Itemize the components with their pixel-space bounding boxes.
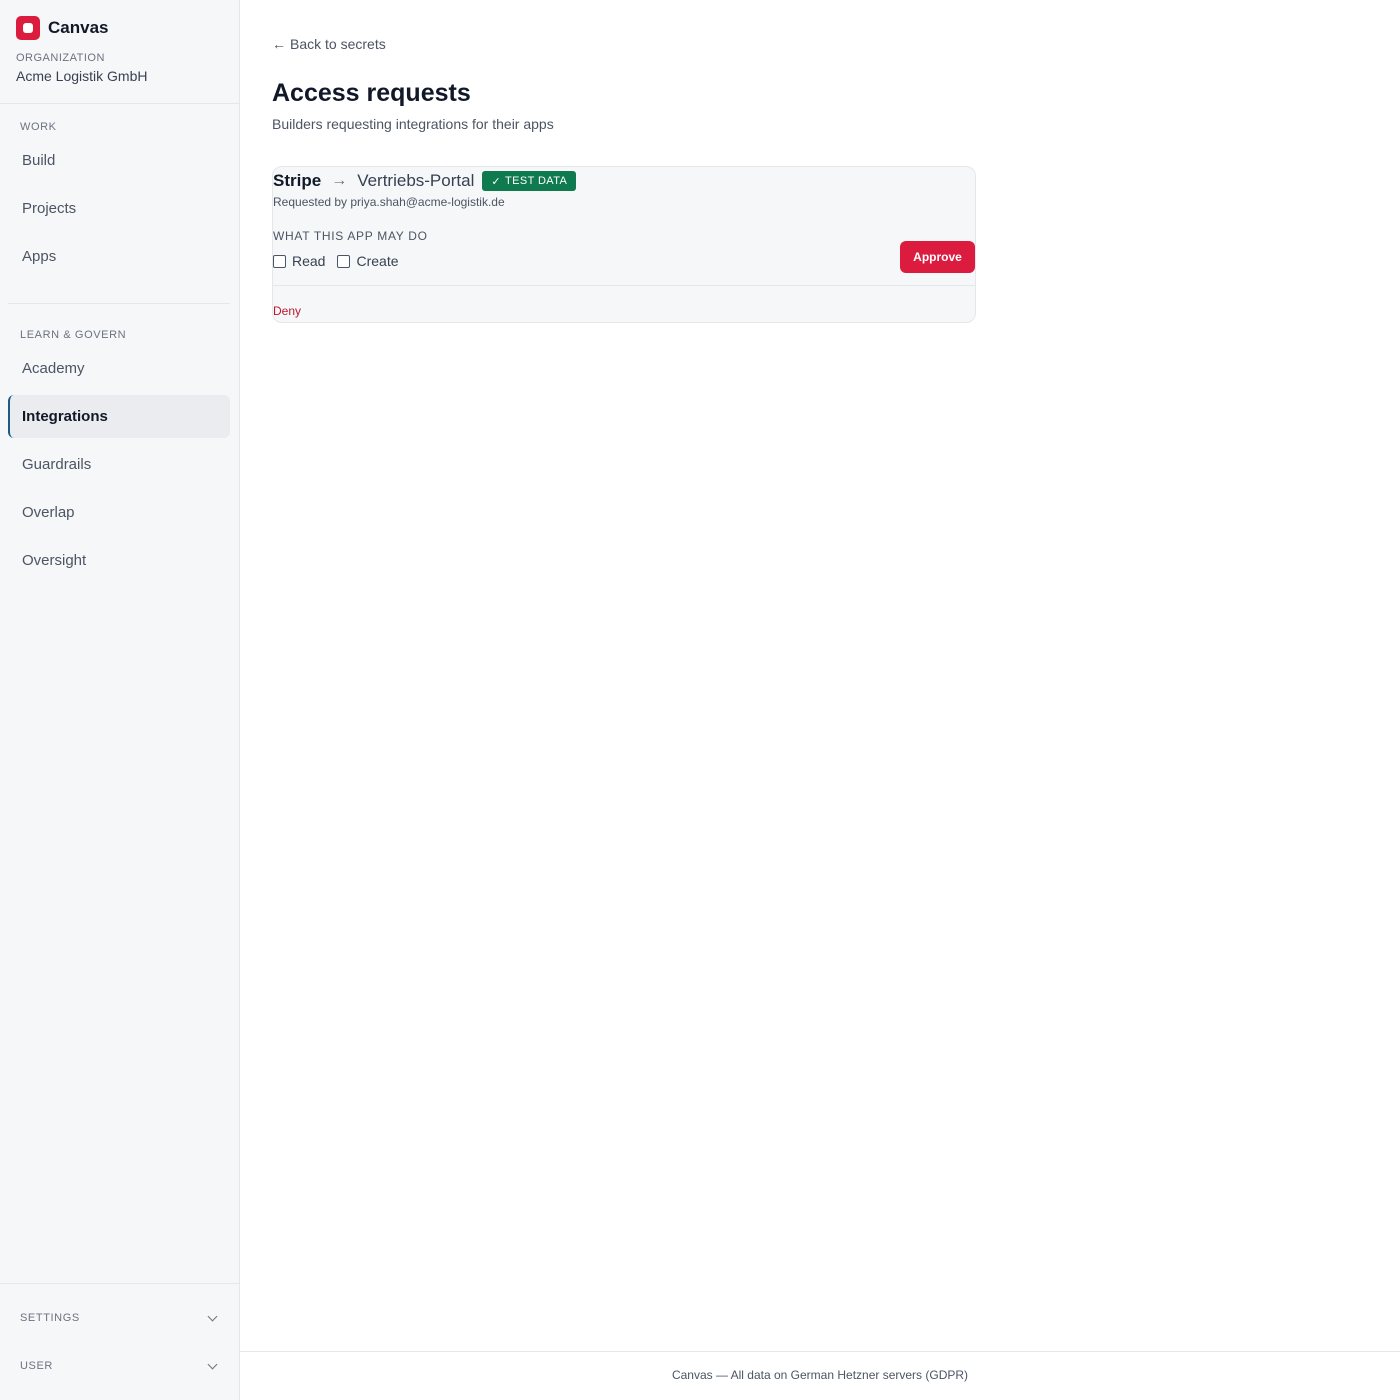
permissions-label: WHAT THIS APP MAY DO bbox=[273, 229, 428, 243]
sidebar-item-apps[interactable]: Apps bbox=[8, 235, 230, 278]
app-name: Vertriebs-Portal bbox=[357, 171, 475, 190]
chevron-down-icon bbox=[207, 1359, 218, 1369]
user-toggle[interactable]: USER bbox=[20, 1356, 220, 1376]
page-title: Access requests bbox=[272, 79, 471, 107]
sidebar-item-oversight[interactable]: Oversight bbox=[8, 539, 230, 582]
access-request-card: Stripe → Vertriebs-Portal ✓ TEST DATA Re… bbox=[272, 166, 976, 323]
brand-name: Canvas bbox=[48, 18, 109, 37]
badge-label: TEST DATA bbox=[504, 175, 568, 187]
brand[interactable]: Canvas bbox=[16, 16, 108, 40]
test-data-badge: ✓ TEST DATA bbox=[482, 171, 577, 191]
request-header: Stripe → Vertriebs-Portal ✓ TEST DATA bbox=[273, 169, 577, 193]
sidebar-bottom-divider bbox=[0, 1283, 239, 1284]
sidebar-item-overlap[interactable]: Overlap bbox=[8, 491, 230, 534]
permission-read-label: Read bbox=[292, 253, 326, 269]
sidebar: Canvas ORGANIZATION Acme Logistik GmbH W… bbox=[0, 0, 240, 1400]
read-checkbox[interactable] bbox=[273, 254, 286, 268]
user-label: USER bbox=[20, 1360, 53, 1372]
section-label-learn-govern: LEARN & GOVERN bbox=[20, 329, 127, 341]
footer-text: Canvas — All data on German Hetzner serv… bbox=[671, 1368, 969, 1382]
permission-create[interactable]: Create bbox=[337, 253, 399, 269]
back-to-secrets-link[interactable]: ← Back to secrets bbox=[272, 36, 386, 52]
check-icon: ✓ bbox=[491, 175, 501, 188]
organization-name[interactable]: Acme Logistik GmbH bbox=[16, 68, 147, 84]
settings-label: SETTINGS bbox=[20, 1312, 80, 1324]
create-checkbox[interactable] bbox=[337, 254, 351, 268]
deny-button[interactable]: Deny bbox=[273, 304, 301, 318]
sidebar-item-guardrails[interactable]: Guardrails bbox=[8, 443, 230, 486]
requested-by: Requested by priya.shah@acme-logistik.de bbox=[273, 195, 505, 209]
arrow-right-icon: → bbox=[331, 172, 348, 189]
sidebar-item-academy[interactable]: Academy bbox=[8, 347, 230, 390]
sidebar-divider bbox=[0, 103, 239, 104]
sidebar-item-projects[interactable]: Projects bbox=[8, 187, 230, 230]
sidebar-item-build[interactable]: Build bbox=[8, 139, 230, 182]
arrow-left-icon: ← bbox=[272, 36, 286, 52]
canvas-logo-icon bbox=[16, 16, 40, 40]
chevron-down-icon bbox=[207, 1311, 218, 1321]
settings-toggle[interactable]: SETTINGS bbox=[20, 1308, 220, 1328]
footer-divider bbox=[240, 1351, 1400, 1352]
approve-button[interactable]: Approve bbox=[900, 241, 975, 273]
organization-label: ORGANIZATION bbox=[16, 52, 105, 64]
sidebar-item-integrations[interactable]: Integrations bbox=[8, 395, 230, 438]
permissions-options: Read Create bbox=[273, 253, 399, 269]
permission-create-label: Create bbox=[356, 253, 399, 269]
card-divider bbox=[273, 285, 975, 286]
nav-divider bbox=[8, 303, 230, 304]
service-name: Stripe bbox=[273, 171, 322, 190]
back-link-label: Back to secrets bbox=[290, 36, 386, 52]
section-label-work: WORK bbox=[20, 121, 57, 133]
page-subtitle: Builders requesting integrations for the… bbox=[272, 116, 554, 132]
permission-read[interactable]: Read bbox=[273, 253, 325, 269]
